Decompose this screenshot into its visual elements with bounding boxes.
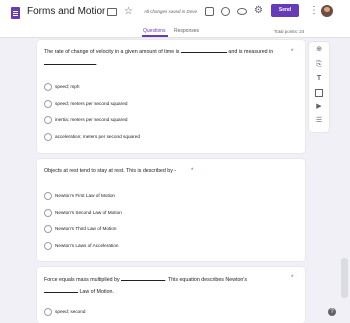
- option-label: speed; second: [55, 309, 86, 314]
- option-label: speed; meters per second squared: [55, 101, 128, 106]
- radio-button[interactable]: [44, 209, 52, 217]
- video-icon[interactable]: ▶: [315, 103, 323, 111]
- eye-icon[interactable]: [237, 8, 247, 15]
- question-text-part: . This equation describes Newton's: [165, 277, 248, 283]
- add-question-icon[interactable]: ⊕: [315, 46, 323, 54]
- question-text-part: .: [96, 61, 98, 67]
- more-vert-icon[interactable]: ⋮: [309, 6, 319, 16]
- radio-button[interactable]: [44, 100, 52, 108]
- question-text-part: Force equals mass multiplied by: [44, 277, 120, 283]
- question-text[interactable]: Objects at rest tend to stay at rest. Th…: [44, 166, 176, 177]
- save-status: All changes saved in Drive: [144, 9, 198, 14]
- avatar[interactable]: [321, 5, 333, 17]
- import-questions-icon[interactable]: ⎘: [315, 61, 323, 69]
- option-label: acceleration; meters per second squared: [55, 134, 140, 139]
- question-card[interactable]: Objects at rest tend to stay at rest. Th…: [37, 159, 305, 261]
- blank-line: [121, 274, 166, 281]
- addon-icon[interactable]: [205, 7, 214, 16]
- question-toolbar: ⊕ ⎘ T ▶ ☰: [309, 42, 329, 132]
- tab-questions[interactable]: Questions: [143, 28, 166, 34]
- option-label: speed; mph: [55, 84, 80, 89]
- image-icon[interactable]: [315, 89, 323, 97]
- radio-button[interactable]: [44, 192, 52, 200]
- option-label: Newton's Second Law of Motion: [55, 210, 122, 215]
- required-asterisk: *: [291, 275, 294, 281]
- question-card[interactable]: Force equals mass multiplied by . This e…: [37, 267, 305, 323]
- question-card[interactable]: The rate of change of velocity in a give…: [37, 40, 305, 153]
- active-tab-indicator: [142, 35, 168, 37]
- question-text[interactable]: Force equals mass multiplied by . This e…: [44, 274, 284, 298]
- blank-line: [180, 46, 227, 53]
- folder-icon[interactable]: [107, 8, 117, 16]
- form-title[interactable]: Forms and Motion Qu: [27, 6, 105, 17]
- option-label: Newton's Laws of Acceleration: [55, 243, 119, 248]
- question-text-part: Law of Motion.: [79, 289, 114, 295]
- gear-icon[interactable]: ⚙: [254, 6, 263, 16]
- radio-button[interactable]: [44, 308, 52, 316]
- blank-line: [44, 58, 96, 65]
- option-label: inertia; meters per second squared: [55, 117, 128, 122]
- radio-button[interactable]: [44, 133, 52, 141]
- total-points: Total points: 24: [274, 29, 305, 34]
- blank-line: [44, 286, 78, 293]
- title-icon[interactable]: T: [315, 75, 323, 83]
- radio-button[interactable]: [44, 242, 52, 250]
- option-label: Newton's Third Law of Motion: [55, 226, 117, 231]
- radio-button[interactable]: [44, 225, 52, 233]
- help-icon[interactable]: ?: [328, 308, 336, 316]
- question-text[interactable]: The rate of change of velocity in a give…: [44, 46, 289, 70]
- tab-responses[interactable]: Responses: [174, 28, 199, 34]
- required-asterisk: *: [191, 168, 194, 174]
- radio-button[interactable]: [44, 83, 52, 91]
- option-label: Newton's First Law of Motion: [55, 193, 116, 198]
- top-bar: Forms and Motion Qu ☆ All changes saved …: [0, 0, 350, 27]
- question-text-part: and is measured in: [228, 49, 274, 55]
- required-asterisk: *: [291, 49, 294, 55]
- send-button[interactable]: Send: [271, 4, 299, 17]
- star-icon[interactable]: ☆: [124, 7, 133, 17]
- question-text-part: The rate of change of velocity in a give…: [44, 49, 180, 55]
- tabs-bar: Questions Responses Total points: 24: [0, 27, 350, 38]
- forms-logo-icon[interactable]: [11, 7, 20, 19]
- scrollbar[interactable]: [341, 258, 348, 298]
- section-icon[interactable]: ☰: [315, 117, 323, 125]
- radio-button[interactable]: [44, 116, 52, 124]
- palette-icon[interactable]: [221, 7, 230, 16]
